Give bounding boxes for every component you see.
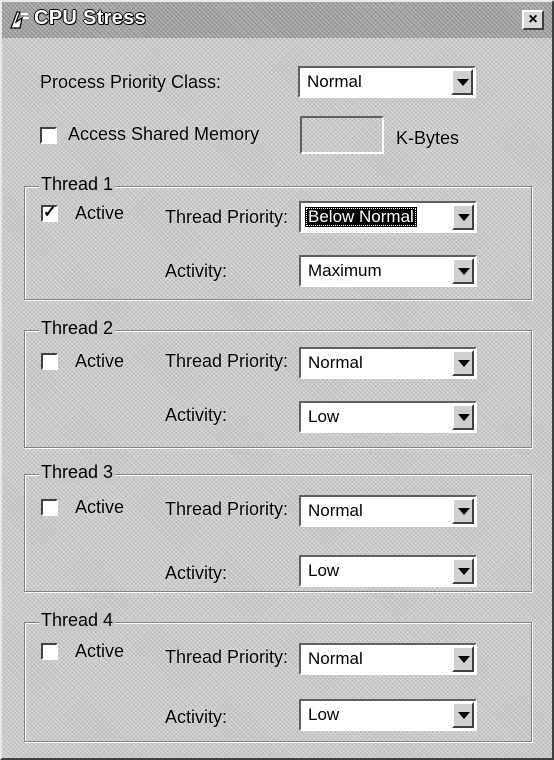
- chevron-down-icon[interactable]: [452, 404, 474, 430]
- thread-1-activity-value: Maximum: [308, 261, 382, 280]
- thread-1-priority-label: Thread Priority:: [165, 207, 289, 227]
- thread-2-activity-select[interactable]: Low: [299, 401, 477, 433]
- thread-4-priority-label: Thread Priority:: [165, 647, 289, 667]
- chevron-down-icon[interactable]: [452, 498, 474, 524]
- chevron-down-icon[interactable]: [452, 258, 474, 284]
- thread-3-title: Thread 3: [39, 462, 116, 483]
- process-priority-value: Normal: [307, 72, 362, 91]
- thread-1-priority-select[interactable]: Below Normal: [299, 201, 477, 233]
- thread-1-priority-value: Below Normal: [305, 207, 417, 227]
- thread-2-priority-value: Normal: [308, 353, 363, 372]
- thread-4-active-label: Active: [75, 641, 125, 661]
- access-shared-memory-checkbox[interactable]: [40, 127, 57, 144]
- thread-4-activity-label: Activity:: [165, 707, 228, 727]
- thread-1-group: Thread 1 ✓ Active Thread Priority: Below…: [24, 174, 532, 300]
- chevron-down-icon[interactable]: [452, 350, 474, 376]
- thread-4-priority-value: Normal: [308, 649, 363, 668]
- shared-memory-size-input[interactable]: [300, 116, 384, 154]
- thread-1-title: Thread 1: [39, 174, 116, 195]
- thread-3-activity-label: Activity:: [165, 563, 228, 583]
- cpu-stress-app-icon: [10, 11, 29, 29]
- chevron-down-icon[interactable]: [452, 204, 474, 230]
- thread-2-activity-label: Activity:: [165, 405, 228, 425]
- close-button[interactable]: ×: [522, 10, 544, 30]
- thread-3-active-label: Active: [75, 497, 125, 517]
- process-priority-label: Process Priority Class:: [40, 72, 222, 92]
- thread-1-active-checkbox[interactable]: ✓: [41, 205, 58, 222]
- thread-3-activity-value: Low: [308, 561, 340, 580]
- thread-2-priority-select[interactable]: Normal: [299, 347, 477, 379]
- thread-4-activity-value: Low: [308, 705, 340, 724]
- thread-4-activity-select[interactable]: Low: [299, 699, 477, 731]
- chevron-down-icon[interactable]: [451, 69, 473, 95]
- thread-4-title: Thread 4: [39, 610, 116, 631]
- thread-3-activity-select[interactable]: Low: [299, 555, 477, 587]
- chevron-down-icon[interactable]: [452, 558, 474, 584]
- thread-3-priority-select[interactable]: Normal: [299, 495, 477, 527]
- thread-2-active-label: Active: [75, 351, 125, 371]
- thread-3-priority-value: Normal: [308, 501, 363, 520]
- thread-4-group: Thread 4 Active Thread Priority: Normal …: [24, 610, 532, 742]
- thread-2-title: Thread 2: [39, 318, 116, 339]
- thread-3-priority-label: Thread Priority:: [165, 499, 289, 519]
- window-title: CPU Stress: [34, 7, 146, 29]
- thread-2-group: Thread 2 Active Thread Priority: Normal …: [24, 318, 532, 448]
- thread-2-priority-label: Thread Priority:: [165, 351, 289, 371]
- checkmark-icon: ✓: [43, 204, 57, 221]
- thread-1-activity-select[interactable]: Maximum: [299, 255, 477, 287]
- thread-2-activity-value: Low: [308, 407, 340, 426]
- cpu-stress-window: CPU Stress × Process Priority Class: Nor…: [0, 0, 554, 760]
- thread-3-active-checkbox[interactable]: [41, 499, 58, 516]
- thread-4-priority-select[interactable]: Normal: [299, 643, 477, 675]
- thread-1-active-label: Active: [75, 203, 125, 223]
- close-icon: ×: [528, 11, 538, 28]
- kbytes-unit-label: K-Bytes: [396, 128, 460, 148]
- chevron-down-icon[interactable]: [452, 646, 474, 672]
- process-priority-select[interactable]: Normal: [298, 66, 476, 98]
- chevron-down-icon[interactable]: [452, 702, 474, 728]
- access-shared-memory-label: Access Shared Memory: [68, 124, 260, 144]
- thread-2-active-checkbox[interactable]: [41, 353, 58, 370]
- thread-4-active-checkbox[interactable]: [41, 643, 58, 660]
- thread-3-group: Thread 3 Active Thread Priority: Normal …: [24, 462, 532, 592]
- thread-1-activity-label: Activity:: [165, 261, 228, 281]
- title-bar[interactable]: CPU Stress ×: [2, 2, 552, 38]
